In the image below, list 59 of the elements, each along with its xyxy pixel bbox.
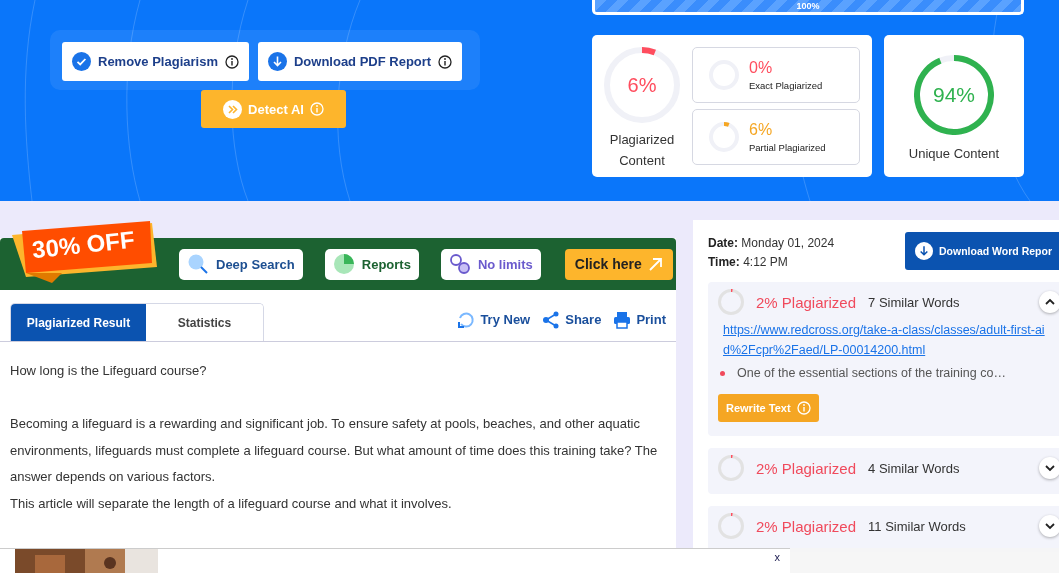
paragraph: This article will separate the length of a lifeguard course and what it involves. — [10, 494, 453, 513]
similar-words: 7 Similar Words — [868, 294, 960, 310]
progress-ring — [718, 513, 744, 539]
stat-label: Exact Plagiarized — [749, 80, 823, 91]
progress-ring — [709, 122, 739, 152]
download-icon — [267, 52, 287, 71]
feature-button[interactable]: No limits — [440, 248, 541, 280]
card-label: Plagiarized Content — [608, 131, 676, 170]
arrow-icon — [647, 256, 663, 272]
remove-plagiarism-button[interactable]: Remove Plagiarism — [62, 42, 249, 81]
info-icon — [224, 54, 239, 69]
feature-button[interactable]: Deep Search — [179, 248, 303, 280]
search-icon — [187, 253, 209, 275]
tab[interactable]: Plagiarized Result — [11, 304, 146, 341]
collapse-button[interactable] — [1039, 291, 1059, 313]
percent-value: 94% — [933, 83, 975, 107]
source-link[interactable]: https://www.redcross.org/take-a-class/classes/adult-first-aid%2Fcpr%2Faed/LP-00014200.html — [718, 320, 1053, 360]
check-icon — [72, 52, 91, 71]
progress-ring — [718, 455, 744, 481]
print-button[interactable]: Print — [613, 310, 666, 329]
print-icon — [613, 310, 632, 329]
feature-button[interactable]: Reports — [324, 248, 419, 280]
plagiarized-percent: 2% Plagiarized — [756, 293, 857, 311]
pie-chart-icon — [332, 253, 355, 275]
info-icon — [309, 102, 324, 116]
stat-value: 0% — [749, 59, 774, 77]
matched-snippet: One of the essential sections of the training co… — [737, 366, 1006, 380]
similar-words: 11 Similar Words — [868, 518, 966, 534]
refresh-icon — [457, 310, 476, 329]
stat-value: 6% — [749, 121, 774, 139]
report-time: Time: 4:12 PM — [708, 255, 789, 269]
chevron-down-icon — [1044, 520, 1056, 532]
card-label: Unique Content — [908, 145, 1000, 163]
stat-label: Partial Plagiarized — [749, 142, 826, 153]
percent-value: 6% — [627, 73, 657, 97]
progress-ring — [718, 289, 744, 315]
info-icon — [796, 401, 811, 415]
refresh-button[interactable]: Try New — [457, 310, 531, 329]
report-date: Date: Monday 01, 2024 — [708, 236, 835, 250]
expand-button[interactable] — [1039, 515, 1059, 537]
plagiarized-percent: 2% Plagiarized — [756, 517, 857, 535]
share-button[interactable]: Share — [542, 310, 602, 329]
info-icon — [438, 54, 453, 69]
expand-button[interactable] — [1039, 457, 1059, 479]
share-icon — [542, 310, 561, 329]
plagiarized-percent: 2% Plagiarized — [756, 459, 857, 477]
paragraph: How long is the Lifeguard course? — [10, 362, 208, 380]
similar-words: 4 Similar Words — [868, 460, 960, 476]
download-word-button[interactable]: Download Word Repor — [905, 232, 1059, 270]
download-pdf-button[interactable]: Download PDF Report — [257, 42, 463, 81]
chevron-down-icon — [1044, 462, 1056, 474]
paragraph: Becoming a lifeguard is a rewarding and significant job. To ensure safety at pools, beaches, and other aquatic environments, lifeguards must complete a lifeguard course. But what amount of time does this training take? The answer depends on various factors. — [10, 415, 659, 486]
double-chevron-icon — [223, 99, 243, 119]
download-icon — [915, 242, 933, 260]
progress-label: 100% — [796, 1, 820, 11]
discount-label: 30% OFF — [30, 225, 136, 265]
click-here-button[interactable]: Click here — [564, 248, 673, 280]
bullet-dot — [720, 370, 725, 376]
close-button[interactable]: x — [774, 551, 780, 563]
